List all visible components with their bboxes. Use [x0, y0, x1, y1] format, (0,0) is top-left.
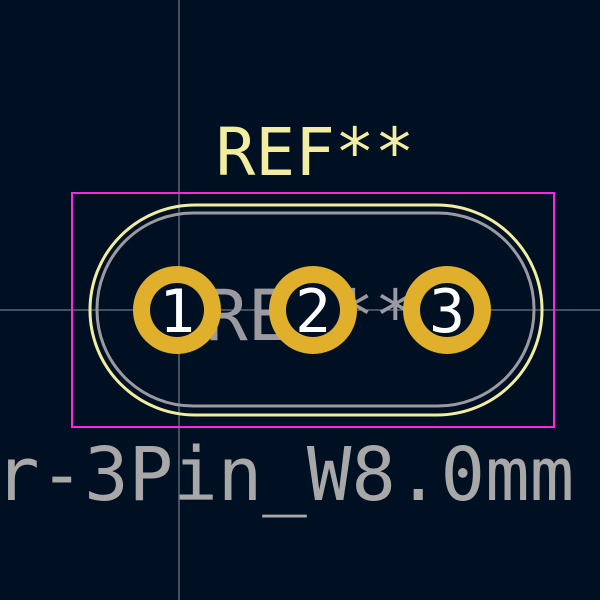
pad-1[interactable]: 1: [133, 266, 221, 354]
pad-1-number: 1: [159, 277, 195, 347]
reference-label[interactable]: REF**: [216, 114, 415, 191]
pad-2[interactable]: 2: [269, 266, 357, 354]
value-label[interactable]: r-3Pin_W8.0mm: [0, 432, 574, 518]
pad-2-number: 2: [295, 277, 331, 347]
pad-3[interactable]: 3: [403, 266, 491, 354]
pcb-footprint-canvas[interactable]: REF** 1 2 3 REF** r-3Pin_W8.0mm: [0, 0, 600, 600]
pad-3-number: 3: [429, 277, 465, 347]
